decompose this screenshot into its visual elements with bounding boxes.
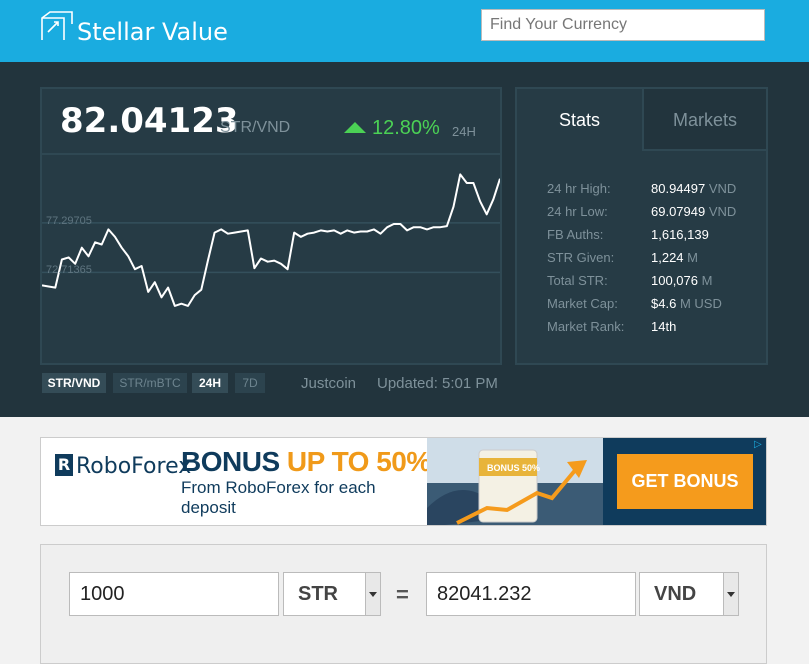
stat-label: 24 hr Low: — [547, 204, 608, 219]
ad-choices-icon[interactable]: ▷ — [754, 439, 766, 451]
get-bonus-button[interactable]: GET BONUS — [617, 454, 753, 509]
price-change: 12.80% — [372, 117, 440, 139]
stat-label: Total STR: — [547, 273, 608, 288]
grid-label: 72.71365 — [46, 264, 92, 277]
ad-headline: BONUS UP TO 50% — [181, 446, 431, 477]
result-input[interactable] — [426, 572, 636, 616]
price-chart-panel: 82.04123 STR/VND 12.80% 24H 77.29705 72.… — [40, 87, 502, 365]
grid-label: 77.29705 — [46, 214, 92, 227]
to-currency-select[interactable]: VND — [639, 572, 739, 616]
ad-image: BONUS 50% — [427, 438, 603, 525]
currency-converter: STR = VND — [40, 544, 767, 664]
stat-value: 1,224 M — [651, 250, 699, 265]
stat-value: $4.6 M USD — [651, 296, 722, 311]
exchange-name: Justcoin — [301, 375, 357, 392]
pair-str-vnd-button[interactable]: STR/VND — [42, 373, 106, 393]
stat-value: 14th — [651, 319, 677, 334]
stat-label: 24 hr High: — [547, 181, 611, 196]
pair-str-mbtc-button[interactable]: STR/mBTC — [113, 373, 187, 393]
amount-input[interactable] — [69, 572, 279, 616]
stat-label: STR Given: — [547, 250, 615, 265]
brand-name[interactable]: Stellar Value — [77, 18, 228, 46]
price-line-chart — [42, 173, 500, 307]
price-pair: STR/VND — [220, 119, 291, 136]
stat-value: 100,076 M — [651, 273, 713, 288]
stat-label: Market Rank: — [547, 319, 625, 334]
updated-time: Updated: 5:01 PM — [377, 375, 498, 392]
from-currency-select[interactable]: STR — [283, 572, 381, 616]
stat-label: FB Auths: — [547, 227, 604, 242]
header-bar: Stellar Value — [0, 0, 809, 62]
ad-cta-area: GET BONUS — [603, 438, 766, 525]
stats-panel: Stats Markets 24 hr High: 80.94497 VND 2… — [515, 87, 768, 365]
ad-subtext: From RoboForex for each deposit — [181, 478, 376, 517]
tab-markets[interactable]: Markets — [642, 89, 766, 151]
change-period: 24H — [452, 124, 476, 139]
cup-label: BONUS 50% — [487, 463, 540, 473]
logo-icon[interactable] — [40, 10, 74, 44]
up-arrow-icon — [344, 122, 366, 133]
roboforex-logo: R RoboForex — [55, 454, 191, 479]
tab-stats[interactable]: Stats — [517, 89, 642, 151]
chevron-down-icon — [365, 573, 380, 615]
stat-label: Market Cap: — [547, 296, 618, 311]
current-price: 82.04123 — [60, 101, 239, 141]
range-24h-button[interactable]: 24H — [192, 373, 228, 393]
equals-sign: = — [396, 582, 409, 607]
price-series-line — [42, 173, 500, 307]
currency-search-input[interactable] — [481, 9, 765, 41]
stat-value: 69.07949 VND — [651, 204, 737, 219]
stat-value: 80.94497 VND — [651, 181, 737, 196]
price-bar: 82.04123 STR/VND 12.80% 24H — [42, 89, 500, 155]
stat-value: 1,616,139 — [651, 227, 709, 242]
range-7d-button[interactable]: 7D — [235, 373, 265, 393]
chevron-down-icon — [723, 573, 738, 615]
ad-banner[interactable]: R RoboForex BONUS UP TO 50% From RoboFore… — [40, 437, 767, 526]
